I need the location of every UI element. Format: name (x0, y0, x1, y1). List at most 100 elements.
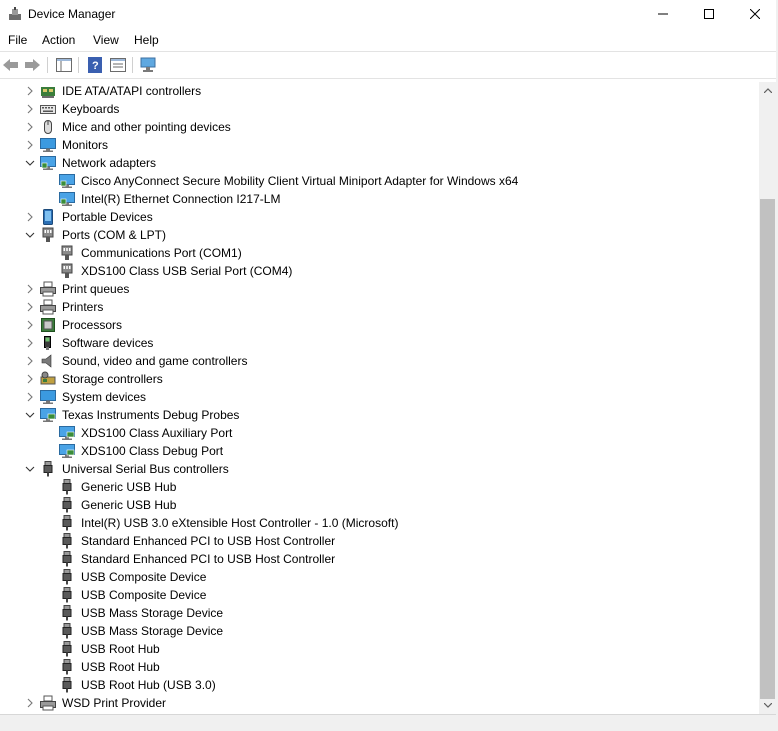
tree-item-label: Standard Enhanced PCI to USB Host Contro… (81, 534, 336, 548)
tree-device[interactable]: XDS100 Class USB Serial Port (COM4) (0, 262, 758, 280)
usb-icon (59, 551, 75, 567)
chevron-right-icon[interactable] (25, 104, 35, 114)
tree-category[interactable]: Portable Devices (0, 208, 758, 226)
device-tree[interactable]: IDE ATA/ATAPI controllers Keyboards Mice a… (0, 82, 758, 714)
toolbar: ? (0, 52, 778, 79)
menu-view[interactable]: View (93, 33, 119, 47)
tree-device[interactable]: Intel(R) Ethernet Connection I217-LM (0, 190, 758, 208)
back-arrow-icon (3, 59, 18, 71)
tree-category[interactable]: WSD Print Provider (0, 694, 758, 712)
tree-item-label: USB Composite Device (81, 588, 207, 602)
tree-category[interactable]: Processors (0, 316, 758, 334)
tree-category[interactable]: Software devices (0, 334, 758, 352)
chevron-right-icon[interactable] (25, 284, 35, 294)
chevron-right-icon[interactable] (25, 140, 35, 150)
tree-category[interactable]: Ports (COM & LPT) (0, 226, 758, 244)
printer-icon (40, 299, 56, 315)
tree-device[interactable]: USB Composite Device (0, 586, 758, 604)
tree-category[interactable]: Print queues (0, 280, 758, 298)
tree-device[interactable]: Cisco AnyConnect Secure Mobility Client … (0, 172, 758, 190)
ide-controller-icon (40, 83, 56, 99)
forward-button[interactable] (24, 56, 42, 74)
chevron-right-icon[interactable] (25, 320, 35, 330)
help-book-icon: ? (88, 57, 102, 73)
tree-item-label: USB Composite Device (81, 570, 207, 584)
chevron-down-icon[interactable] (25, 410, 35, 420)
chevron-down-icon[interactable] (25, 158, 35, 168)
chevron-right-icon[interactable] (25, 392, 35, 402)
tree-device[interactable]: XDS100 Class Auxiliary Port (0, 424, 758, 442)
chevron-down-icon[interactable] (25, 230, 35, 240)
software-device-icon (40, 335, 56, 351)
chevron-right-icon[interactable] (25, 356, 35, 366)
tree-category[interactable]: Keyboards (0, 100, 758, 118)
tree-item-label: WSD Print Provider (62, 696, 167, 710)
tree-category[interactable]: Mice and other pointing devices (0, 118, 758, 136)
tree-device[interactable]: XDS100 Class Debug Port (0, 442, 758, 460)
help-button[interactable]: ? (86, 56, 104, 74)
tree-device[interactable]: USB Mass Storage Device (0, 622, 758, 640)
chevron-right-icon[interactable] (25, 86, 35, 96)
chevron-right-icon[interactable] (25, 338, 35, 348)
tree-category[interactable]: Storage controllers (0, 370, 758, 388)
properties-button[interactable] (109, 56, 127, 74)
tree-category[interactable]: Network adapters (0, 154, 758, 172)
tree-item-label: XDS100 Class Auxiliary Port (81, 426, 233, 440)
svg-text:?: ? (92, 60, 99, 72)
tree-category[interactable]: Printers (0, 298, 758, 316)
tree-category[interactable]: IDE ATA/ATAPI controllers (0, 82, 758, 100)
menu-help[interactable]: Help (134, 33, 159, 47)
vertical-scrollbar[interactable] (759, 82, 776, 714)
back-button[interactable] (2, 56, 20, 74)
show-hide-console-tree-button[interactable] (55, 56, 73, 74)
chevron-up-icon (763, 88, 772, 93)
tree-category[interactable]: Texas Instruments Debug Probes (0, 406, 758, 424)
tree-category[interactable]: System devices (0, 388, 758, 406)
menu-file[interactable]: File (8, 33, 27, 47)
chevron-right-icon[interactable] (25, 698, 35, 708)
tree-device[interactable]: USB Composite Device (0, 568, 758, 586)
processor-icon (40, 317, 56, 333)
chevron-right-icon[interactable] (25, 212, 35, 222)
tree-device[interactable]: USB Root Hub (0, 640, 758, 658)
scroll-down-button[interactable] (759, 697, 776, 714)
tree-category[interactable]: Monitors (0, 136, 758, 154)
tree-device[interactable]: Generic USB Hub (0, 478, 758, 496)
tree-device[interactable]: Communications Port (COM1) (0, 244, 758, 262)
chevron-right-icon[interactable] (25, 302, 35, 312)
chevron-down-icon[interactable] (25, 464, 35, 474)
maximize-button[interactable] (686, 0, 732, 28)
printer-icon (40, 695, 56, 711)
scan-hardware-button[interactable] (140, 56, 158, 74)
tree-device[interactable]: Generic USB Hub (0, 496, 758, 514)
tree-device[interactable]: USB Mass Storage Device (0, 604, 758, 622)
minimize-button[interactable] (640, 0, 686, 28)
tree-category[interactable]: Sound, video and game controllers (0, 352, 758, 370)
tree-category[interactable]: Universal Serial Bus controllers (0, 460, 758, 478)
tree-item-label: Processors (62, 318, 123, 332)
tree-device[interactable]: Standard Enhanced PCI to USB Host Contro… (0, 532, 758, 550)
usb-icon (59, 623, 75, 639)
tree-device[interactable]: Intel(R) USB 3.0 eXtensible Host Control… (0, 514, 758, 532)
tree-item-label: Generic USB Hub (81, 498, 177, 512)
tree-item-label: Portable Devices (62, 210, 153, 224)
tree-device[interactable]: USB Root Hub (0, 658, 758, 676)
tree-device[interactable]: Standard Enhanced PCI to USB Host Contro… (0, 550, 758, 568)
menu-action[interactable]: Action (42, 33, 75, 47)
tree-item-label: USB Root Hub (81, 660, 160, 674)
system-device-icon (40, 389, 56, 405)
chevron-right-icon[interactable] (25, 374, 35, 384)
menu-bar: File Action View Help (0, 29, 778, 51)
title-bar: Device Manager (0, 0, 778, 28)
monitor-icon (40, 137, 56, 153)
tree-device[interactable]: USB Root Hub (USB 3.0) (0, 676, 758, 694)
chevron-right-icon[interactable] (25, 122, 35, 132)
tree-item-label: Standard Enhanced PCI to USB Host Contro… (81, 552, 336, 566)
usb-icon (59, 569, 75, 585)
tree-item-label: USB Root Hub (USB 3.0) (81, 678, 216, 692)
tree-item-label: Cisco AnyConnect Secure Mobility Client … (81, 174, 519, 188)
scroll-thumb[interactable] (760, 199, 775, 699)
close-button[interactable] (732, 0, 778, 28)
scroll-up-button[interactable] (759, 82, 776, 99)
forward-arrow-icon (25, 59, 40, 71)
